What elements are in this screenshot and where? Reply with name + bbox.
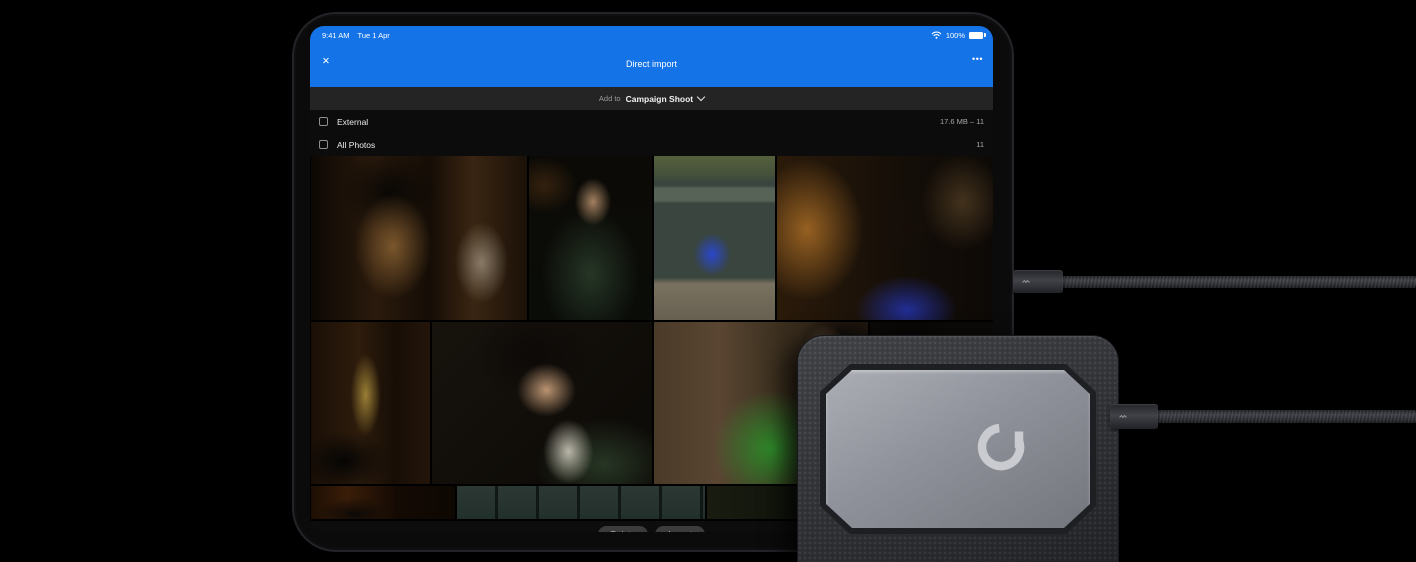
page-title: Direct import xyxy=(625,59,677,69)
usb-connector xyxy=(1013,270,1063,293)
photo-thumbnail[interactable] xyxy=(311,322,430,484)
thunderbolt-icon xyxy=(1022,279,1030,284)
usb-cable xyxy=(1060,276,1416,288)
external-checkbox[interactable] xyxy=(319,117,328,126)
source-row-external[interactable]: External 17.6 MB – 11 xyxy=(310,110,993,133)
import-button[interactable]: Import xyxy=(655,526,706,532)
photo-thumbnail[interactable] xyxy=(432,322,652,484)
title-bar: ✕ Direct import ••• xyxy=(310,40,993,80)
usb-cable xyxy=(1154,410,1416,423)
battery-percent: 100% xyxy=(945,30,965,40)
more-menu-icon[interactable]: ••• xyxy=(972,54,983,64)
add-to-value: Campaign Shoot xyxy=(625,93,694,104)
status-time: 9:41 AM xyxy=(322,30,350,40)
delete-button[interactable]: Delete xyxy=(597,526,649,532)
all-photos-checkbox[interactable] xyxy=(319,140,328,149)
wifi-icon xyxy=(931,31,942,39)
usb-connector xyxy=(1110,404,1158,429)
add-to-selector[interactable]: Add to Campaign Shoot xyxy=(310,87,993,110)
photo-thumbnail[interactable] xyxy=(311,486,455,519)
source-label: External xyxy=(337,116,369,127)
source-label: All Photos xyxy=(337,139,376,150)
source-row-all-photos[interactable]: All Photos 11 xyxy=(310,133,993,156)
g-drive-logo-icon xyxy=(973,419,1029,475)
photo-thumbnail[interactable] xyxy=(311,156,527,320)
status-date: Tue 1 Apr xyxy=(357,30,390,40)
photo-thumbnail[interactable] xyxy=(457,486,705,519)
photo-thumbnail[interactable] xyxy=(654,156,775,320)
battery-icon xyxy=(969,31,986,39)
external-ssd-drive xyxy=(798,336,1118,562)
app-header: 9:41 AM Tue 1 Apr 100% ✕ Direct import •… xyxy=(310,26,993,87)
chevron-down-icon xyxy=(696,92,706,102)
scene: 9:41 AM Tue 1 Apr 100% ✕ Direct import •… xyxy=(0,0,1416,562)
source-detail: 17.6 MB – 11 xyxy=(939,117,984,126)
add-to-label: Add to xyxy=(598,94,621,103)
source-detail: 11 xyxy=(976,140,984,149)
status-bar: 9:41 AM Tue 1 Apr 100% xyxy=(310,26,993,40)
drive-faceplate xyxy=(826,370,1090,528)
photo-thumbnail[interactable] xyxy=(777,156,993,320)
photo-thumbnail[interactable] xyxy=(529,156,652,320)
thunderbolt-icon xyxy=(1119,414,1127,419)
